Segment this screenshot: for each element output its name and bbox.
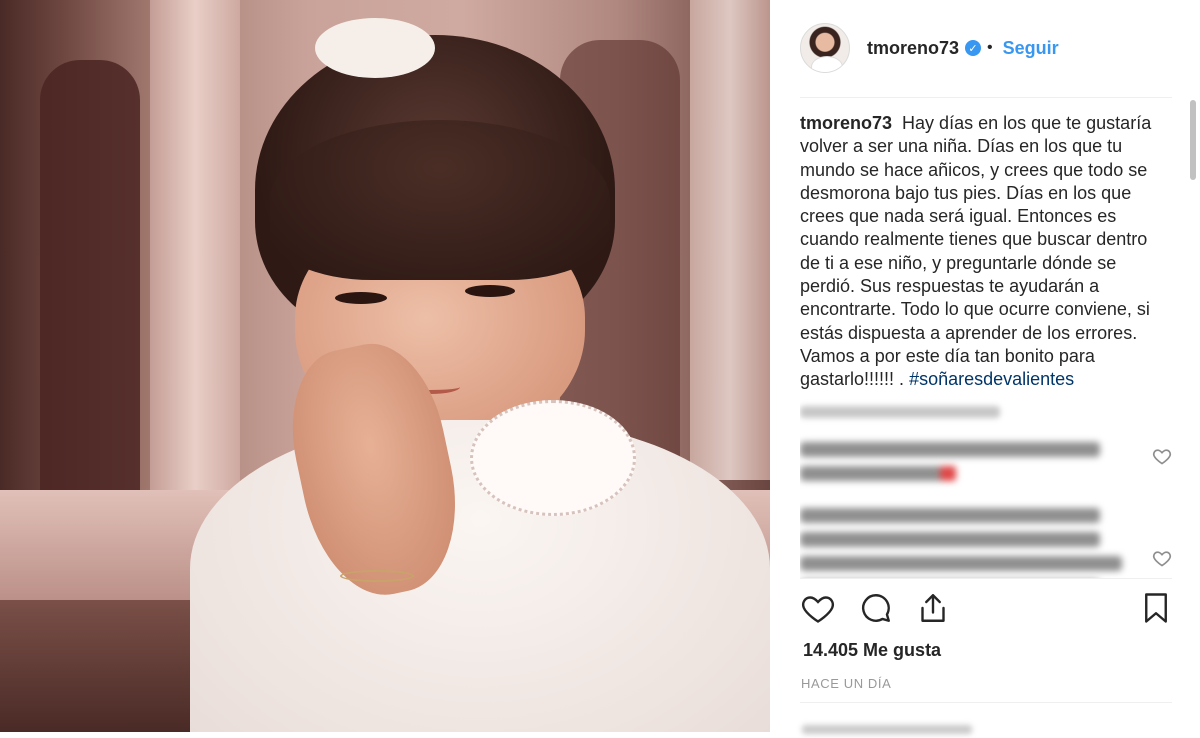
scrollbar-thumb[interactable] <box>1190 100 1196 180</box>
post-header: tmoreno73 ✓ • Seguir <box>800 17 1170 79</box>
comments-list[interactable]: tmoreno73 Hay días en los que te gustarí… <box>800 112 1172 578</box>
bookmark-icon[interactable] <box>1138 590 1174 626</box>
post-sidebar: tmoreno73 ✓ • Seguir tmoreno73 Hay días … <box>770 0 1200 734</box>
scrollbar[interactable] <box>1190 100 1196 580</box>
action-bar <box>800 590 1172 630</box>
redacted-text <box>802 725 972 734</box>
heart-icon[interactable] <box>800 590 836 626</box>
comment-icon[interactable] <box>858 590 894 626</box>
heart-icon[interactable] <box>1152 446 1172 466</box>
divider <box>800 578 1172 579</box>
caption-username[interactable]: tmoreno73 <box>800 113 892 133</box>
photo-subject <box>465 285 515 297</box>
photo-subject <box>315 18 435 78</box>
follow-button[interactable]: Seguir <box>1003 38 1059 59</box>
caption-text: Hay días en los que te gustaría volver a… <box>800 113 1152 390</box>
hashtag-link[interactable]: #soñaresdevalientes <box>909 369 1074 389</box>
username-link[interactable]: tmoreno73 <box>867 38 959 59</box>
divider <box>800 97 1172 98</box>
comment-item <box>800 504 1172 578</box>
photo-subject <box>270 120 610 280</box>
photo-subject <box>470 400 636 516</box>
separator-dot: • <box>987 39 993 56</box>
photo-background <box>150 0 240 520</box>
photo-background <box>40 60 140 500</box>
photo-subject <box>335 292 387 304</box>
post-photo[interactable] <box>0 0 770 732</box>
comment-text-redacted <box>800 504 1130 578</box>
caption: tmoreno73 Hay días en los que te gustarí… <box>800 112 1172 392</box>
avatar-figure <box>811 56 843 72</box>
heart-icon[interactable] <box>1152 548 1172 568</box>
redacted-text <box>800 405 1000 418</box>
add-comment-field[interactable] <box>802 722 982 738</box>
share-icon[interactable] <box>915 590 951 626</box>
comment-item <box>800 438 1172 492</box>
post-timestamp[interactable]: HACE UN DÍA <box>801 676 891 691</box>
likes-count[interactable]: 14.405 Me gusta <box>803 640 941 661</box>
photo-background <box>690 0 770 480</box>
redacted-text <box>800 441 1100 481</box>
load-more-comments[interactable] <box>800 402 1010 426</box>
avatar[interactable] <box>800 23 850 73</box>
redacted-text <box>800 507 1122 571</box>
photo-subject <box>340 570 414 582</box>
verified-badge-icon: ✓ <box>965 40 982 56</box>
comment-text-redacted <box>800 438 1130 492</box>
divider <box>800 702 1172 703</box>
